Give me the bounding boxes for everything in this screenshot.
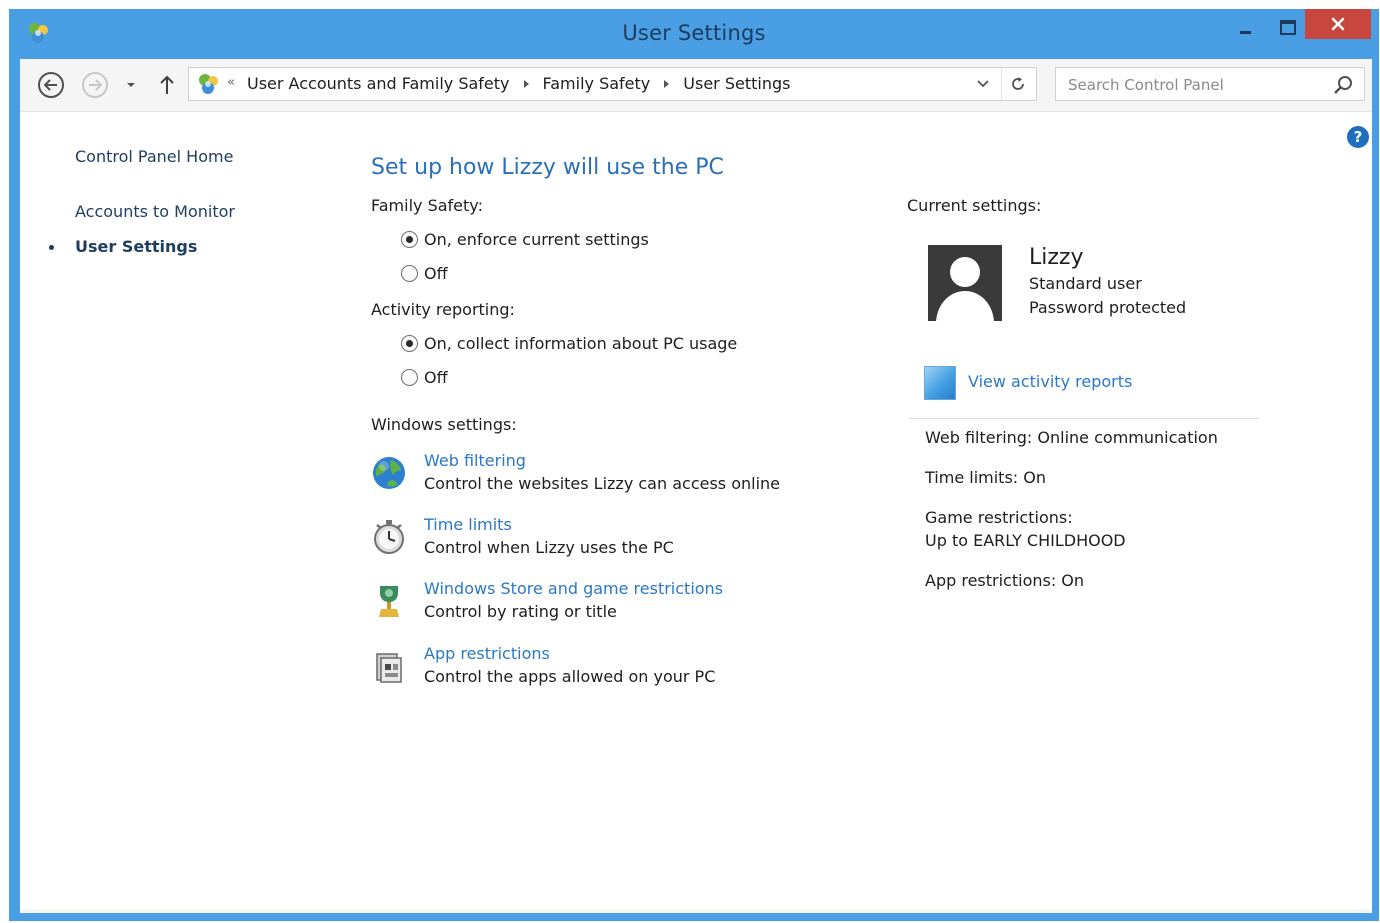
app-restrictions-link[interactable]: App restrictions bbox=[424, 644, 550, 663]
up-button[interactable] bbox=[158, 73, 176, 97]
radio-button[interactable] bbox=[401, 369, 418, 386]
web-filtering-link[interactable]: Web filtering bbox=[424, 451, 526, 470]
window-bottom-edge bbox=[20, 909, 1372, 913]
activity-reporting-on-radio[interactable]: On, collect information about PC usage bbox=[401, 334, 737, 353]
breadcrumb-item[interactable]: User Settings bbox=[683, 74, 790, 93]
page-title: Set up how Lizzy will use the PC bbox=[371, 155, 724, 180]
user-account-type: Standard user bbox=[1029, 274, 1142, 293]
radio-button[interactable] bbox=[401, 335, 418, 352]
title-bar[interactable]: User Settings bbox=[9, 9, 1379, 59]
close-button[interactable] bbox=[1305, 9, 1371, 39]
current-app-restrictions: App restrictions: On bbox=[925, 571, 1085, 590]
radio-button[interactable] bbox=[401, 231, 418, 248]
radio-label[interactable]: Off bbox=[424, 264, 448, 283]
windows-settings-label: Windows settings: bbox=[371, 415, 517, 434]
view-activity-reports-link[interactable]: View activity reports bbox=[968, 372, 1132, 391]
user-name: Lizzy bbox=[1029, 245, 1084, 270]
minimize-button[interactable] bbox=[1231, 9, 1259, 41]
refresh-icon bbox=[1012, 77, 1024, 90]
family-safety-on-radio[interactable]: On, enforce current settings bbox=[401, 230, 649, 249]
activity-reporting-label: Activity reporting: bbox=[371, 300, 515, 319]
web-filtering-setting: Web filtering Control the websites Lizzy… bbox=[371, 451, 831, 501]
search-box bbox=[1055, 67, 1365, 101]
close-icon bbox=[1331, 17, 1345, 31]
radio-button[interactable] bbox=[401, 265, 418, 282]
current-web-filtering: Web filtering: Online communication bbox=[925, 428, 1218, 447]
help-icon[interactable]: ? bbox=[1347, 126, 1369, 148]
current-page-bullet bbox=[49, 245, 54, 250]
time-limits-description: Control when Lizzy uses the PC bbox=[424, 538, 674, 557]
breadcrumb-separator-icon[interactable] bbox=[664, 79, 670, 88]
app-restrictions-icon bbox=[371, 648, 407, 684]
forward-button[interactable] bbox=[82, 72, 108, 98]
breadcrumb-item[interactable]: Family Safety bbox=[543, 74, 651, 93]
client-area: « User Accounts and Family Safety Family… bbox=[20, 59, 1372, 913]
store-game-restrictions-link[interactable]: Windows Store and game restrictions bbox=[424, 579, 723, 598]
refresh-button[interactable] bbox=[1001, 68, 1034, 100]
user-password-status: Password protected bbox=[1029, 298, 1187, 317]
sidebar-item-user-settings: User Settings bbox=[75, 237, 198, 256]
sidebar-item-accounts-to-monitor[interactable]: Accounts to Monitor bbox=[75, 202, 235, 221]
address-bar[interactable]: « User Accounts and Family Safety Family… bbox=[188, 67, 1037, 101]
sidebar-item-control-panel-home[interactable]: Control Panel Home bbox=[75, 147, 233, 166]
radio-label[interactable]: On, collect information about PC usage bbox=[424, 334, 737, 353]
family-safety-label: Family Safety: bbox=[371, 196, 483, 215]
activity-report-icon bbox=[924, 366, 956, 400]
breadcrumb-item[interactable]: User Accounts and Family Safety bbox=[247, 74, 510, 93]
back-arrow-icon bbox=[44, 79, 57, 91]
chevron-down-icon bbox=[127, 83, 135, 87]
time-limits-setting: Time limits Control when Lizzy uses the … bbox=[371, 515, 831, 565]
breadcrumb-separator-icon[interactable] bbox=[523, 79, 529, 88]
forward-arrow-icon bbox=[89, 79, 102, 91]
store-game-restrictions-description: Control by rating or title bbox=[424, 602, 617, 621]
store-game-restrictions-setting: Windows Store and game restrictions Cont… bbox=[371, 579, 831, 629]
radio-label[interactable]: Off bbox=[424, 368, 448, 387]
divider bbox=[909, 418, 1259, 419]
window: User Settings « User Accounts and Family… bbox=[9, 9, 1379, 921]
current-game-restrictions-value: Up to EARLY CHILDHOOD bbox=[925, 531, 1126, 550]
family-safety-off-radio[interactable]: Off bbox=[401, 264, 448, 283]
app-restrictions-setting: App restrictions Control the apps allowe… bbox=[371, 644, 831, 694]
current-settings-label: Current settings: bbox=[907, 196, 1042, 215]
trophy-icon bbox=[371, 583, 407, 619]
chevron-down-icon bbox=[977, 80, 989, 88]
search-input[interactable] bbox=[1066, 72, 1320, 98]
window-title: User Settings bbox=[622, 21, 766, 45]
navigation-bar: « User Accounts and Family Safety Family… bbox=[20, 59, 1372, 112]
activity-reporting-off-radio[interactable]: Off bbox=[401, 368, 448, 387]
globe-icon bbox=[371, 455, 407, 491]
radio-label[interactable]: On, enforce current settings bbox=[424, 230, 649, 249]
app-restrictions-description: Control the apps allowed on your PC bbox=[424, 667, 716, 686]
current-game-restrictions-label: Game restrictions: bbox=[925, 508, 1073, 527]
stopwatch-icon bbox=[371, 519, 407, 555]
control-panel-icon bbox=[197, 72, 221, 96]
time-limits-link[interactable]: Time limits bbox=[424, 515, 512, 534]
maximize-button[interactable] bbox=[1273, 9, 1301, 41]
back-button[interactable] bbox=[38, 72, 64, 98]
avatar bbox=[928, 245, 1002, 321]
breadcrumb-overflow-chevron[interactable]: « bbox=[227, 75, 235, 90]
recent-locations-button[interactable] bbox=[124, 77, 138, 91]
breadcrumb: User Accounts and Family Safety Family S… bbox=[247, 74, 790, 93]
current-time-limits: Time limits: On bbox=[925, 468, 1046, 487]
web-filtering-description: Control the websites Lizzy can access on… bbox=[424, 474, 781, 493]
search-icon[interactable] bbox=[1332, 74, 1354, 96]
address-dropdown-button[interactable] bbox=[971, 68, 995, 100]
up-arrow-icon bbox=[160, 75, 174, 94]
